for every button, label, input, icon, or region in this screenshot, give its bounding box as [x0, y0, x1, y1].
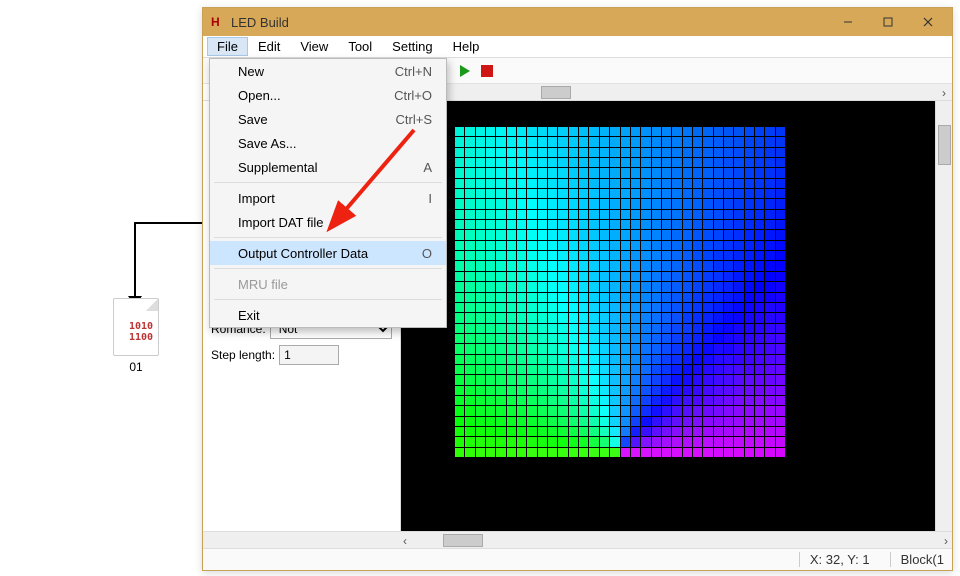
menu-item-import-dat[interactable]: Import DAT file: [210, 210, 446, 234]
binary-file-icon: 1010 1100: [113, 298, 159, 356]
stop-icon: [481, 65, 493, 77]
external-file-icon[interactable]: 1010 1100 01: [109, 298, 163, 374]
scrollbar-thumb[interactable]: [938, 125, 951, 165]
app-icon: H: [211, 15, 225, 29]
scrollbar-thumb[interactable]: [541, 86, 571, 99]
menu-item-mru: MRU file: [210, 272, 446, 296]
coords-status: X: 32, Y: 1: [799, 552, 870, 567]
statusbar: X: 32, Y: 1 Block(1: [203, 548, 952, 570]
menu-item-open[interactable]: Open... Ctrl+O: [210, 83, 446, 107]
stop-button[interactable]: [479, 63, 495, 79]
play-icon: [460, 65, 470, 77]
led-grid: [455, 127, 785, 457]
menu-file[interactable]: File: [207, 37, 248, 56]
step-row: Step length:: [211, 345, 392, 365]
vertical-scrollbar[interactable]: [935, 101, 952, 531]
app-window: H LED Build File Edit View Tool Setting …: [202, 7, 953, 571]
block-status: Block(1: [890, 552, 944, 567]
menu-item-exit[interactable]: Exit: [210, 303, 446, 327]
minimize-button[interactable]: [828, 10, 868, 34]
step-label: Step length:: [211, 348, 275, 362]
separator: [214, 268, 442, 269]
scroll-right-icon[interactable]: ›: [944, 534, 948, 548]
connector-line-v: [134, 222, 136, 300]
menu-item-new[interactable]: New Ctrl+N: [210, 59, 446, 83]
menu-help[interactable]: Help: [443, 37, 490, 56]
play-button[interactable]: [457, 63, 473, 79]
bottom-scrollbar[interactable]: ‹ ›: [203, 531, 952, 548]
menu-edit[interactable]: Edit: [248, 37, 290, 56]
scrollbar-thumb[interactable]: [443, 534, 483, 547]
separator: [214, 237, 442, 238]
maximize-button[interactable]: [868, 10, 908, 34]
menubar: File Edit View Tool Setting Help New Ctr…: [203, 36, 952, 58]
separator: [214, 182, 442, 183]
menu-tool[interactable]: Tool: [338, 37, 382, 56]
menu-item-saveas[interactable]: Save As...: [210, 131, 446, 155]
file-dropdown: New Ctrl+N Open... Ctrl+O Save Ctrl+S Sa…: [209, 58, 447, 328]
led-canvas[interactable]: [401, 101, 935, 531]
window-title: LED Build: [231, 15, 828, 30]
scroll-right-icon[interactable]: ›: [942, 86, 946, 100]
separator: [214, 299, 442, 300]
titlebar: H LED Build: [203, 8, 952, 36]
menu-item-save[interactable]: Save Ctrl+S: [210, 107, 446, 131]
file-caption: 01: [109, 360, 163, 374]
menu-view[interactable]: View: [290, 37, 338, 56]
connector-line-h: [134, 222, 206, 224]
menu-item-supplemental[interactable]: Supplemental A: [210, 155, 446, 179]
menu-setting[interactable]: Setting: [382, 37, 442, 56]
menu-item-import[interactable]: Import I: [210, 186, 446, 210]
menu-item-output-controller[interactable]: Output Controller Data O: [210, 241, 446, 265]
close-button[interactable]: [908, 10, 948, 34]
binary-digits: 1010 1100: [124, 321, 158, 343]
scroll-left-icon[interactable]: ‹: [403, 534, 407, 548]
step-input[interactable]: [279, 345, 339, 365]
